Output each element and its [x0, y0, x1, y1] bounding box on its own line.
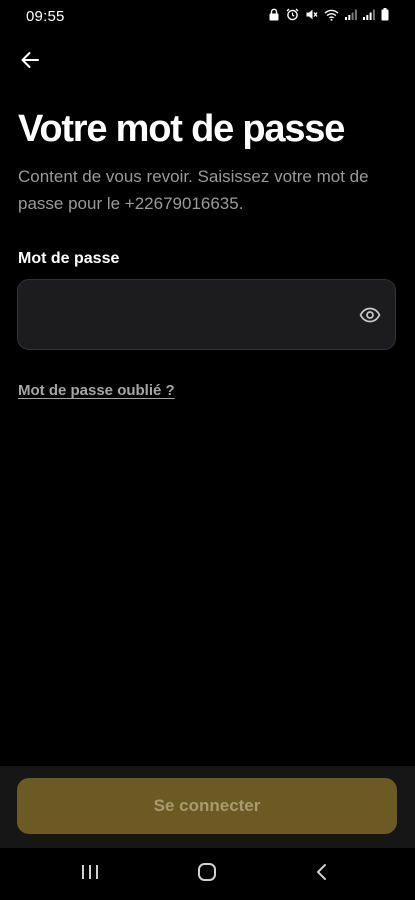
arrow-left-icon	[20, 51, 40, 74]
wifi-icon	[324, 9, 339, 21]
home-button[interactable]	[187, 862, 227, 886]
status-bar: 09:55	[0, 0, 415, 32]
status-icons	[268, 8, 389, 21]
password-field-label: Mot de passe	[18, 250, 120, 267]
page-title: Votre mot de passe	[18, 108, 345, 150]
password-field[interactable]	[17, 279, 396, 351]
bottom-action-panel: Se connecter	[0, 766, 415, 848]
mute-icon	[305, 8, 318, 21]
forgot-password-link[interactable]: Mot de passe oublié ?	[18, 382, 175, 399]
alarm-icon	[286, 8, 299, 21]
back-button[interactable]	[14, 46, 46, 78]
system-nav-bar	[0, 848, 415, 900]
battery-icon	[381, 8, 389, 21]
recent-apps-button[interactable]	[70, 862, 110, 886]
back-icon	[315, 863, 329, 886]
signal-icon	[345, 9, 357, 20]
recent-apps-icon	[80, 863, 100, 886]
connect-button[interactable]: Se connecter	[17, 778, 397, 834]
lock-icon	[268, 8, 280, 21]
status-time: 09:55	[26, 8, 65, 25]
page-subtitle: Content de vous revoir. Saisissez votre …	[18, 167, 369, 213]
home-icon	[197, 862, 217, 887]
eye-icon[interactable]	[359, 304, 381, 326]
password-input[interactable]	[32, 280, 356, 351]
system-back-button[interactable]	[302, 862, 342, 886]
signal-icon	[363, 9, 375, 20]
